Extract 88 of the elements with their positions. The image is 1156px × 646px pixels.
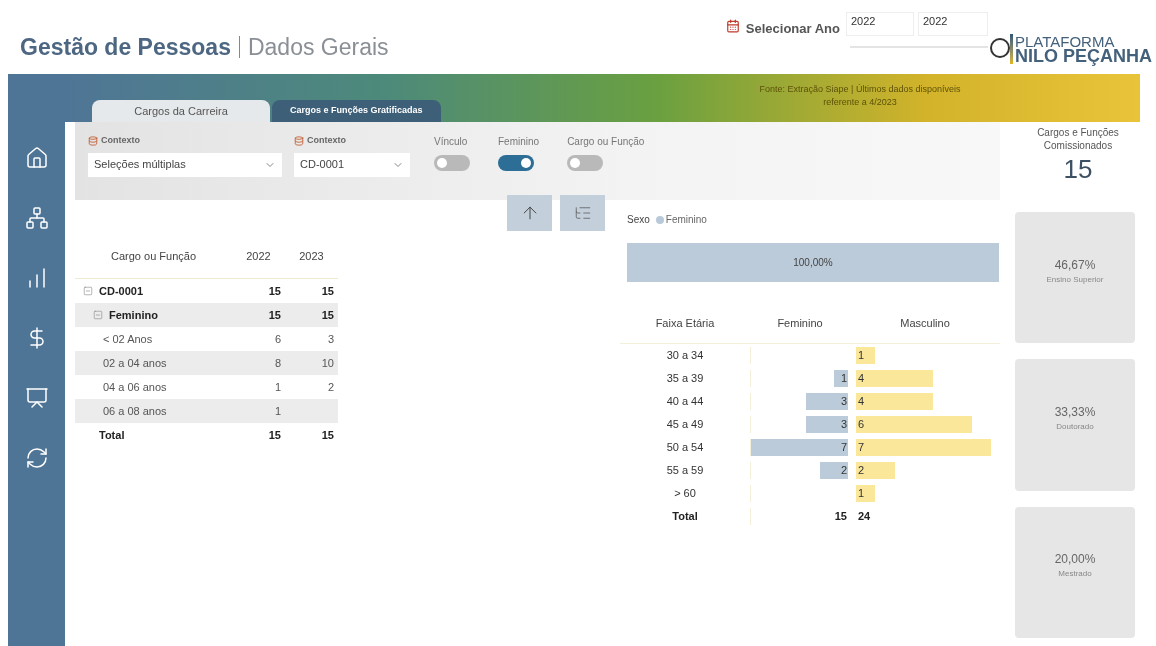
legend-label: Feminino: [665, 213, 707, 227]
logo: PLATAFORMA NILO PEÇANHA: [1010, 34, 1152, 64]
data-source-note: Fonte: Extração Siape | Últimos dados disponíveis referente a 4/2023: [758, 83, 962, 109]
row-label: 55 a 59: [666, 464, 704, 477]
slider-thumb[interactable]: [990, 38, 1010, 58]
card-value: 46,67%: [1054, 256, 1096, 274]
card-value: 20,00%: [1054, 551, 1096, 569]
slicer-dropdown[interactable]: Seleções múltiplas: [88, 152, 282, 177]
column-header[interactable]: 2023: [299, 250, 324, 263]
row-label: 50 a 54: [666, 441, 704, 454]
toggle-label: Cargo ou Função: [567, 135, 645, 149]
home-icon[interactable]: [24, 146, 49, 170]
row-label: CD-0001: [99, 283, 144, 299]
column-header[interactable]: 2022: [246, 250, 271, 263]
table-cell: 1: [274, 380, 281, 393]
row-label: 30 a 34: [666, 349, 704, 362]
female-bar: 2: [820, 462, 848, 479]
female-bar: 1: [834, 370, 848, 387]
network-icon[interactable]: [24, 206, 49, 230]
row-label: 35 a 39: [666, 372, 704, 385]
table-cell: 15: [321, 284, 334, 297]
row-label: 40 a 44: [666, 395, 704, 408]
row-label: 06 a 08 anos: [103, 403, 167, 419]
presenter-icon[interactable]: [24, 386, 49, 410]
tab[interactable]: Cargos da Carreira: [92, 100, 270, 122]
calendar-icon: [725, 19, 740, 33]
row-label: 04 a 06 anos: [103, 379, 167, 395]
table-cell: 15: [268, 284, 281, 297]
hierarchy-icon: [573, 204, 592, 222]
row-label: Total: [99, 428, 125, 441]
toggle-switch[interactable]: [567, 155, 604, 171]
toggle-switch[interactable]: [498, 155, 534, 171]
table-cell: 2: [327, 380, 334, 393]
table-cell: 24: [858, 510, 871, 523]
year-from-field[interactable]: 2022: [846, 12, 914, 36]
male-bar: 2: [856, 462, 895, 479]
year-slider[interactable]: [850, 38, 1010, 60]
refresh-icon[interactable]: [24, 446, 49, 470]
row-label: 45 a 49: [666, 418, 704, 431]
column-header[interactable]: Cargo ou Função: [111, 250, 196, 263]
row-label: 02 a 04 anos: [103, 355, 167, 371]
page-title: Gestão de Pessoas: [20, 33, 231, 62]
table-cell: 10: [321, 356, 334, 369]
table-cell: 1: [274, 404, 281, 417]
table-cell: 15: [268, 308, 281, 321]
slicer-label: Contexto: [307, 134, 346, 147]
row-label: Feminino: [109, 307, 158, 323]
column-header[interactable]: Masculino: [900, 317, 950, 330]
female-bar: 3: [806, 393, 848, 410]
tab[interactable]: Cargos e Funções Gratificadas: [272, 100, 441, 122]
row-label: < 02 Anos: [103, 331, 153, 347]
year-to-field[interactable]: 2022: [918, 12, 988, 36]
table-cell: 15: [321, 308, 334, 321]
row-label: > 60: [674, 487, 696, 500]
kpi-value: 15: [1063, 154, 1093, 184]
male-bar: 7: [856, 439, 991, 456]
card-label: Mestrado: [1058, 568, 1092, 581]
slicer-dropdown[interactable]: CD-0001: [294, 152, 410, 177]
column-header[interactable]: Feminino: [777, 317, 823, 330]
toggle-switch[interactable]: [434, 155, 470, 171]
toggle-label: Vínculo: [434, 135, 468, 149]
database-icon: [294, 135, 304, 146]
male-bar: 1: [856, 485, 876, 502]
male-bar: 4: [856, 393, 934, 410]
legend-title: Sexo: [627, 213, 650, 227]
female-bar: 7: [751, 439, 848, 456]
table-cell: 3: [327, 332, 334, 345]
toggle-label: Feminino: [498, 135, 540, 149]
male-bar: 6: [856, 416, 972, 433]
table-cell: 15: [268, 428, 281, 441]
male-bar: 4: [856, 370, 934, 387]
table-cell: 6: [274, 332, 281, 345]
row-label: Total: [672, 510, 698, 523]
column-header[interactable]: Faixa Etária: [655, 317, 715, 330]
female-bar: 3: [806, 416, 848, 433]
card-label: Ensino Superior: [1046, 273, 1104, 286]
table-cell: 8: [274, 356, 281, 369]
table-cell: 15: [321, 428, 334, 441]
table-cell: 15: [834, 510, 847, 523]
male-bar: 1: [856, 347, 876, 364]
database-icon: [88, 135, 98, 146]
slicer-label: Contexto: [101, 134, 140, 147]
card-label: Doutorado: [1056, 421, 1094, 433]
share-bar-label: 100,00%: [793, 256, 833, 270]
kpi-label: Cargos e Funções Comissionados: [1036, 126, 1120, 152]
card-value: 33,33%: [1054, 404, 1096, 421]
year-filter-label: Selecionar Ano: [745, 20, 840, 38]
page-subtitle: Dados Gerais: [247, 33, 389, 62]
